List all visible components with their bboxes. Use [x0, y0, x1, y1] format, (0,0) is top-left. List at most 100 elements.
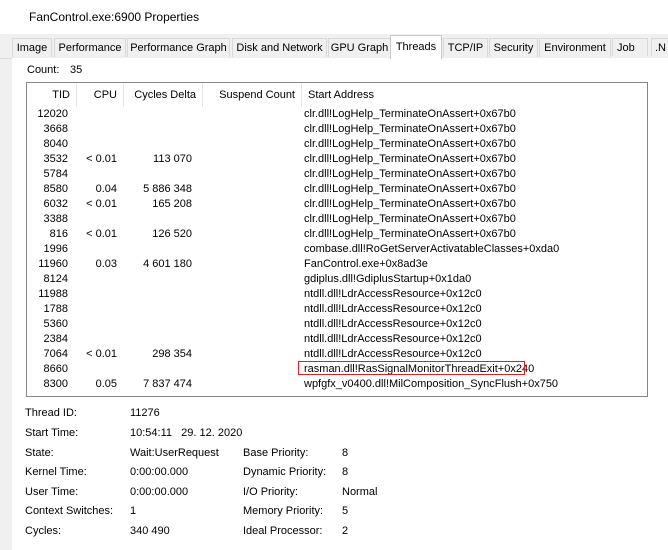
thread-row[interactable]: 3388 clr.dll!LogHelp_TerminateOnAssert+0x… [27, 212, 647, 227]
thread-suspend-count [203, 362, 301, 377]
column-header-suspend-count[interactable]: Suspend Count [203, 83, 302, 107]
memory-priority-value: 5 [342, 505, 349, 517]
tab-performance-graph[interactable]: Performance Graph [127, 38, 230, 57]
tab-security[interactable]: Security [489, 38, 538, 57]
thread-tid: 8124 [43, 273, 68, 285]
thread-row[interactable]: 8580 0.04 5 886 348 clr.dll!LogHelp_Termina… [27, 182, 647, 197]
tab-environment[interactable]: Environment [539, 38, 611, 57]
thread-cpu: 0.03 [95, 258, 117, 270]
thread-tid: 6032 [43, 198, 68, 210]
tab-tcp-ip[interactable]: TCP/IP [443, 38, 488, 57]
thread-row[interactable]: 5784 clr.dll!LogHelp_TerminateOnAssert+0x… [27, 167, 647, 182]
thread-row[interactable]: 8040 clr.dll!LogHelp_TerminateOnAssert+0x… [27, 137, 647, 152]
thread-row[interactable]: 3532 < 0.01 113 070 clr.dll!LogHelp_Termina… [27, 152, 647, 167]
kernel-time-label: Kernel Time: [25, 466, 87, 478]
thread-cpu [75, 167, 117, 182]
thread-suspend-count [203, 122, 301, 137]
thread-cycles-delta [122, 167, 192, 182]
ideal-processor-value: 2 [342, 525, 349, 537]
thread-cycles-delta [122, 122, 192, 137]
column-header-cpu[interactable]: CPU [77, 83, 124, 107]
tab-performance[interactable]: Performance [54, 38, 126, 57]
thread-cpu: < 0.01 [86, 198, 117, 210]
thread-cycles-delta: 7 837 474 [143, 378, 192, 390]
thread-cpu: < 0.01 [86, 228, 117, 240]
thread-row[interactable]: 5360 ntdll.dll!LdrAccessResource+0x12c0 [27, 317, 647, 332]
thread-cpu [75, 212, 117, 227]
thread-cycles-delta: 126 520 [152, 228, 192, 240]
thread-cycles-delta [122, 212, 192, 227]
tab-job[interactable]: Job [612, 38, 648, 56]
thread-row[interactable]: 816 < 0.01 126 520 clr.dll!LogHelp_Terminat… [27, 227, 647, 242]
thread-tid: 816 [49, 228, 68, 240]
thread-tid: 8580 [43, 183, 68, 195]
cycles-value: 340 490 [130, 525, 170, 537]
thread-cycles-delta: 165 208 [152, 198, 192, 210]
thread-row[interactable]: 3668 clr.dll!LogHelp_TerminateOnAssert+0x… [27, 122, 647, 137]
thread-start-address: gdiplus.dll!GdiplusStartup+0x1da0 [304, 273, 472, 285]
thread-row[interactable]: 1788 ntdll.dll!LdrAccessResource+0x12c0 [27, 302, 647, 317]
thread-suspend-count [203, 242, 301, 257]
thread-suspend-count [203, 272, 301, 287]
thread-cycles-delta [122, 302, 192, 317]
threads-list[interactable]: TID CPU Cycles Delta Suspend Count Start… [26, 82, 648, 397]
tab-dotnet[interactable]: .N [651, 38, 668, 56]
thread-row[interactable]: 8124 gdiplus.dll!GdiplusStartup+0x1da0 [27, 272, 647, 287]
thread-cycles-delta [122, 242, 192, 257]
thread-suspend-count [203, 257, 301, 272]
thread-tid: 8300 [43, 378, 68, 390]
column-header-start-address[interactable]: Start Address [302, 83, 647, 107]
count-label: Count: [27, 64, 60, 76]
thread-cpu [75, 242, 117, 257]
tab-strip: Image Performance Performance Graph Disk… [0, 34, 668, 59]
user-time-value: 0:00:00.000 [130, 486, 189, 498]
context-switches-label: Context Switches: [25, 505, 114, 517]
thread-row[interactable]: 11960 0.03 4 601 180 FanControl.exe+0x8ad3e [27, 257, 647, 272]
thread-cpu [75, 362, 117, 377]
thread-tid: 5784 [43, 168, 68, 180]
thread-start-address: ntdll.dll!LdrAccessResource+0x12c0 [304, 333, 482, 345]
thread-start-address: clr.dll!LogHelp_TerminateOnAssert+0x67b0 [304, 108, 516, 120]
tab-gpu-graph[interactable]: GPU Graph [328, 38, 391, 57]
thread-row[interactable]: 2384 ntdll.dll!LdrAccessResource+0x12c0 [27, 332, 647, 347]
thread-start-address: ntdll.dll!LdrAccessResource+0x12c0 [304, 348, 482, 360]
thread-cpu [75, 287, 117, 302]
thread-row[interactable]: 11988 ntdll.dll!LdrAccessResource+0x12c0 [27, 287, 647, 302]
thread-suspend-count [203, 302, 301, 317]
base-priority-label: Base Priority: [243, 447, 309, 459]
thread-tid: 8660 [43, 363, 68, 375]
start-time-value: 10:54:11 29. 12. 2020 [130, 427, 243, 439]
thread-start-address: clr.dll!LogHelp_TerminateOnAssert+0x67b0 [304, 213, 516, 225]
dynamic-priority-label: Dynamic Priority: [243, 466, 327, 478]
thread-id-label: Thread ID: [25, 407, 77, 419]
tab-threads[interactable]: Threads [390, 35, 442, 59]
thread-tid: 2384 [43, 333, 68, 345]
thread-start-address: combase.dll!RoGetServerActivatableClasse… [304, 243, 560, 255]
count-value: 35 [70, 64, 83, 76]
window-title: FanControl.exe:6900 Properties [29, 10, 200, 24]
thread-cpu: 0.04 [95, 183, 117, 195]
thread-cpu [75, 302, 117, 317]
column-header-tid[interactable]: TID [27, 83, 77, 107]
thread-row[interactable]: 7064 < 0.01 298 354 ntdll.dll!LdrAccessReso… [27, 347, 647, 362]
thread-cpu [75, 332, 117, 347]
thread-cycles-delta: 298 354 [152, 348, 192, 360]
tab-image[interactable]: Image [12, 38, 52, 57]
column-header-cycles-delta[interactable]: Cycles Delta [124, 83, 203, 107]
thread-row[interactable]: 12020 clr.dll!LogHelp_TerminateOnAssert+0… [27, 107, 647, 122]
thread-cycles-delta [122, 362, 192, 377]
thread-row[interactable]: 6032 < 0.01 165 208 clr.dll!LogHelp_Termina… [27, 197, 647, 212]
thread-cpu [75, 137, 117, 152]
thread-suspend-count [203, 107, 301, 122]
thread-row[interactable]: 8300 0.05 7 837 474 wpfgfx_v0400.dll!MilCom… [27, 377, 647, 392]
thread-tid: 12020 [37, 108, 68, 120]
tab-disk-and-network[interactable]: Disk and Network [232, 38, 327, 57]
thread-row[interactable]: 1996 combase.dll!RoGetServerActivatableCl… [27, 242, 647, 257]
thread-row[interactable]: 8660 rasman.dll!RasSignalMonitorThreadExi… [27, 362, 647, 377]
thread-suspend-count [203, 212, 301, 227]
memory-priority-label: Memory Priority: [243, 505, 324, 517]
thread-start-address: wpfgfx_v0400.dll!MilComposition_SyncFlus… [304, 378, 559, 390]
thread-cpu [75, 107, 117, 122]
thread-start-address: clr.dll!LogHelp_TerminateOnAssert+0x67b0 [304, 138, 516, 150]
thread-suspend-count [203, 347, 301, 362]
